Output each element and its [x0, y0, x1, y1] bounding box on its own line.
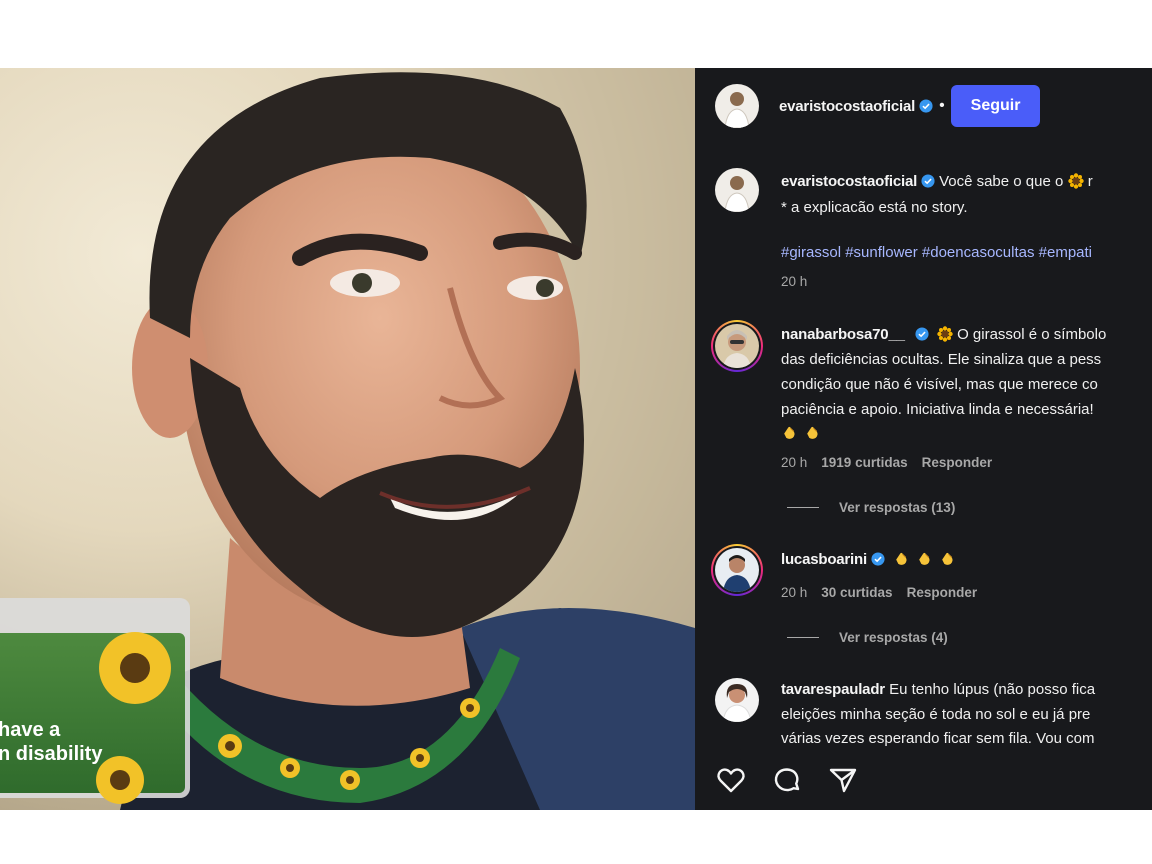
comment-2-time: 20 h — [781, 585, 808, 600]
comment-1-line-5 — [781, 422, 827, 446]
comment-avatar — [715, 548, 759, 592]
verified-badge-icon — [871, 552, 885, 566]
post-header: evaristocostaoficial • Seguir — [715, 84, 1041, 128]
caption-avatar[interactable] — [715, 168, 759, 212]
verified-badge-icon — [919, 99, 933, 113]
clapping-hands-emoji-icon — [916, 550, 933, 567]
post-side-panel: evaristocostaoficial • Seguir evaristoco… — [695, 68, 1152, 810]
instagram-post: have a n disability evaristocostaoficial… — [0, 68, 1152, 810]
caption-time: 20 h — [781, 274, 808, 289]
clapping-hands-emoji-icon — [893, 550, 910, 567]
follow-button[interactable]: Seguir — [950, 85, 1041, 127]
comment-1-likes[interactable]: 1919 curtidas — [821, 455, 907, 470]
caption-hashtags[interactable]: #girassol #sunflower #doencasocultas #em… — [781, 241, 1092, 265]
comment-avatar — [715, 324, 759, 368]
badge-text: have a n disability — [0, 718, 102, 766]
comment-1-view-replies[interactable]: Ver respostas (13) — [787, 500, 955, 515]
comment-2-meta: 20 h 30 curtidas Responder — [781, 585, 991, 600]
comment-1-username[interactable]: nanabarbosa70__ — [781, 326, 905, 343]
caption-line-2: * a explicacão está no story. — [781, 199, 968, 216]
post-photo[interactable]: have a n disability — [0, 68, 695, 810]
comment-avatar-ring[interactable] — [711, 544, 763, 596]
share-icon[interactable] — [827, 764, 859, 796]
comment-2-view-replies[interactable]: Ver respostas (4) — [787, 630, 948, 645]
verified-badge-icon — [915, 327, 929, 341]
comment-3-username[interactable]: tavarespauladr — [781, 681, 885, 698]
comment-1-line-4: paciência e apoio. Iniciativa linda e ne… — [781, 401, 1094, 418]
comment-3-text: Eu tenho lúpus (não posso fica — [889, 681, 1096, 698]
caption-username[interactable]: evaristocostaoficial — [781, 173, 917, 190]
caption-line-1: evaristocostaoficial Você sabe o que o r — [781, 170, 1093, 194]
verified-badge-icon — [921, 174, 935, 188]
comment-avatar[interactable] — [715, 678, 759, 722]
comment-2-view-replies-label: Ver respostas (4) — [839, 630, 948, 645]
comment-2-line-1: lucasboarini — [781, 548, 962, 572]
badge-text-line2: n disability — [0, 743, 103, 765]
author-avatar[interactable] — [715, 84, 759, 128]
post-action-bar — [715, 764, 859, 796]
sunflower-emoji-icon — [937, 326, 953, 342]
comment-2-username[interactable]: lucasboarini — [781, 551, 867, 568]
clapping-hands-emoji-icon — [804, 424, 821, 441]
comment-avatar-ring[interactable] — [711, 320, 763, 372]
sunflower-emoji-icon — [1067, 173, 1084, 189]
clapping-hands-emoji-icon — [939, 550, 956, 567]
heart-icon[interactable] — [715, 764, 747, 796]
comment-2-reply-button[interactable]: Responder — [907, 585, 978, 600]
comment-3-line-2: eleições minha seção é toda no sol e eu … — [781, 706, 1091, 723]
post-image-illustration — [0, 68, 695, 810]
comment-1-meta: 20 h 1919 curtidas Responder — [781, 455, 1006, 470]
clapping-hands-emoji-icon — [781, 424, 798, 441]
replies-divider — [787, 637, 819, 638]
comment-3-line-3: várias vezes esperando ficar sem fila. V… — [781, 730, 1095, 747]
comment-1-line-3: condição que não é visível, mas que mere… — [781, 376, 1098, 393]
badge-text-line1: have a — [0, 719, 61, 741]
author-username[interactable]: evaristocostaoficial — [779, 98, 915, 115]
comment-1-line-2: das deficiências ocultas. Ele sinaliza q… — [781, 351, 1102, 368]
caption-text: Você sabe o que o — [939, 173, 1064, 190]
comment-2-likes[interactable]: 30 curtidas — [821, 585, 892, 600]
comment-3-line-1: tavarespauladr Eu tenho lúpus (não posso… — [781, 678, 1095, 702]
comment-icon[interactable] — [771, 764, 803, 796]
replies-divider — [787, 507, 819, 508]
header-separator: • — [939, 97, 945, 114]
comment-1-reply-button[interactable]: Responder — [922, 455, 993, 470]
comment-1-line-1: nanabarbosa70__ O girassol é o símbolo — [781, 323, 1106, 347]
comment-1-text: O girassol é o símbolo — [957, 326, 1107, 343]
comment-1-view-replies-label: Ver respostas (13) — [839, 500, 956, 515]
caption-text-tail: r — [1087, 173, 1093, 190]
comment-1-time: 20 h — [781, 455, 808, 470]
